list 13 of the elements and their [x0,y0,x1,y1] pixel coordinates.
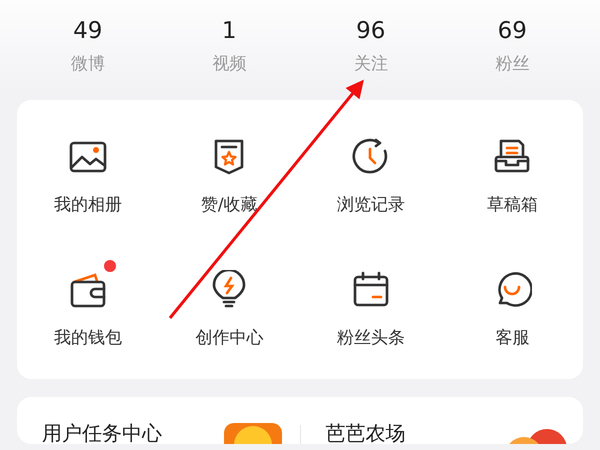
stat-item[interactable]: 96 关注 [300,16,442,84]
menu-item[interactable]: 浏览记录 [300,125,442,217]
stat-item[interactable]: 1 视频 [158,16,300,84]
menu-item[interactable]: 客服 [442,258,583,350]
menu-item[interactable]: 草稿箱 [442,125,583,217]
menu-item[interactable]: 创作中心 [158,258,300,350]
stat-item[interactable]: 69 粉丝 [442,16,583,84]
menu-item[interactable]: 赞/收藏 [158,125,300,217]
menu-item[interactable]: 我的钱包 [17,258,158,350]
menu-item[interactable]: 粉丝头条 [300,258,442,350]
promo-item[interactable]: 芭芭农场 [300,417,583,444]
stat-item[interactable]: 49 微博 [17,16,158,84]
menu-item[interactable]: 我的相册 [17,125,158,217]
